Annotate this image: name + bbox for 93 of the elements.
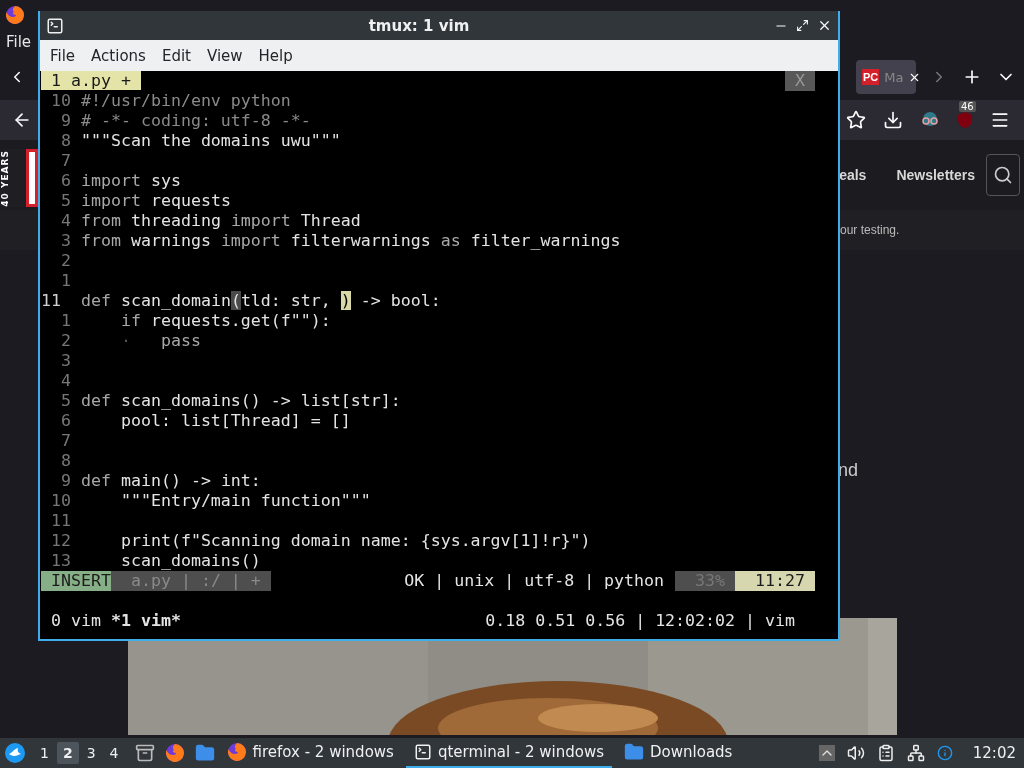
menu-item[interactable]: File bbox=[6, 33, 32, 51]
menu-icon[interactable] bbox=[990, 110, 1010, 130]
tmux-status: 0.18 0.51 0.56 | 12:02:02 | vim bbox=[485, 611, 795, 631]
line-number: 1 bbox=[60, 311, 71, 331]
article-text: our testing. bbox=[840, 223, 901, 237]
code-line: """Scan the domains uwu""" bbox=[81, 131, 341, 151]
star-icon[interactable] bbox=[846, 110, 866, 130]
line-number: 10 bbox=[50, 491, 71, 511]
line-number: 6 bbox=[60, 171, 71, 191]
folder-icon bbox=[624, 742, 645, 762]
menu-item[interactable]: Edit bbox=[153, 42, 199, 69]
line-number: 8 bbox=[60, 131, 71, 151]
line-number: 9 bbox=[60, 111, 71, 131]
line-number: 3 bbox=[60, 231, 71, 251]
site-logo: 40 YEARS bbox=[0, 149, 38, 207]
line-number: 3 bbox=[60, 351, 71, 371]
firefox-icon[interactable] bbox=[164, 743, 185, 763]
line-number: 13 bbox=[50, 551, 71, 571]
notification-icon[interactable] bbox=[936, 745, 953, 761]
workspace-button[interactable]: 2 bbox=[56, 742, 79, 764]
code-line: """Entry/main function""" bbox=[119, 491, 371, 511]
code-line: · pass bbox=[119, 331, 201, 351]
clock: 12:02 bbox=[972, 744, 1016, 762]
firefox-icon bbox=[5, 5, 25, 25]
workspace-button[interactable]: 1 bbox=[34, 742, 55, 764]
line-number: 1 bbox=[60, 271, 71, 291]
code-line: # -*- coding: utf-8 -*- bbox=[81, 111, 311, 131]
workspace-button[interactable]: 3 bbox=[80, 742, 102, 764]
mode-indicator: INSERT bbox=[41, 571, 111, 591]
code-line: print(f"Scanning domain name: {sys.argv[1]!r}") bbox=[119, 531, 591, 551]
terminal-icon bbox=[413, 743, 432, 761]
count-badge: 46 bbox=[959, 101, 976, 112]
code-line: import requests bbox=[81, 191, 231, 211]
line-number: 10 bbox=[50, 91, 71, 111]
vim-tab[interactable]: 1 a.py + bbox=[41, 71, 141, 90]
firefox-icon bbox=[226, 742, 247, 762]
code-line: from threading import Thread bbox=[81, 211, 361, 231]
line-number: 11 bbox=[50, 511, 71, 531]
menu-item[interactable]: File bbox=[42, 42, 84, 69]
network-icon[interactable] bbox=[906, 744, 925, 762]
line-number: 8 bbox=[60, 451, 71, 471]
folder-icon[interactable] bbox=[194, 743, 215, 763]
code-line: #!/usr/bin/env python bbox=[81, 91, 291, 111]
tmux-window[interactable]: 0 vim bbox=[51, 611, 101, 631]
tray-expand-icon[interactable] bbox=[818, 745, 835, 761]
browser-tab[interactable]: PC Ma bbox=[856, 60, 916, 94]
maximize-icon[interactable] bbox=[796, 19, 809, 32]
download-icon[interactable] bbox=[883, 110, 903, 130]
menu-item[interactable]: View bbox=[198, 42, 251, 69]
clipboard-icon[interactable] bbox=[876, 744, 895, 762]
code-line: if requests.get(f""): bbox=[119, 311, 331, 331]
menu-item[interactable]: Actions bbox=[83, 42, 154, 69]
line-number: 6 bbox=[60, 411, 71, 431]
line-number: 4 bbox=[60, 211, 71, 231]
menu-item[interactable]: Help bbox=[250, 42, 301, 69]
code-line: import sys bbox=[81, 171, 181, 191]
search-button[interactable] bbox=[986, 154, 1020, 196]
window-title: tmux: 1 vim bbox=[368, 16, 470, 35]
file-status: OK | unix | utf-8 | python bbox=[404, 571, 665, 591]
code-line: def scan_domains() -> list[str]: bbox=[81, 391, 401, 411]
code-line: from warnings import filterwarnings as filter_warnings bbox=[81, 231, 621, 251]
task-button[interactable]: firefox - 2 windows bbox=[218, 738, 402, 768]
line-number: 4 bbox=[60, 371, 71, 391]
tmux-window[interactable]: *1 vim* bbox=[110, 611, 181, 631]
line-number: 12 bbox=[50, 531, 71, 551]
task-button[interactable]: qterminal - 2 windows bbox=[405, 738, 613, 768]
task-button[interactable]: Downloads bbox=[616, 738, 741, 768]
cursor-position: 11:27 bbox=[735, 571, 815, 591]
line-number: 2 bbox=[60, 251, 71, 271]
code-line: def scan_domain(tld: str, ) -> bool: bbox=[81, 291, 441, 311]
line-number: 7 bbox=[60, 151, 71, 171]
line-number: 11 bbox=[41, 291, 62, 311]
line-number: 5 bbox=[60, 391, 71, 411]
line-number: 7 bbox=[60, 431, 71, 451]
search-icon bbox=[993, 165, 1013, 185]
line-number: 2 bbox=[60, 331, 71, 351]
close-icon[interactable] bbox=[817, 18, 832, 33]
code-line: pool: list[Thread] = [] bbox=[119, 411, 351, 431]
file-info: a.py | :/ | + bbox=[110, 571, 271, 591]
code-line: scan_domains() bbox=[119, 551, 261, 571]
line-number: 5 bbox=[60, 191, 71, 211]
site-logo: PC bbox=[862, 69, 880, 85]
tab-label: Ma bbox=[884, 69, 904, 85]
code-line: def main() -> int: bbox=[81, 471, 261, 491]
terminal-icon bbox=[46, 16, 64, 35]
nav-link[interactable]: Newsletters bbox=[896, 167, 975, 183]
nav-link[interactable]: eals bbox=[839, 167, 867, 183]
volume-icon[interactable] bbox=[846, 744, 865, 762]
workspace-button[interactable]: 4 bbox=[103, 742, 125, 764]
drawer-icon[interactable] bbox=[134, 743, 155, 763]
start-menu-icon[interactable] bbox=[4, 742, 26, 764]
line-number: 9 bbox=[60, 471, 71, 491]
glasses-icon[interactable] bbox=[920, 112, 940, 128]
